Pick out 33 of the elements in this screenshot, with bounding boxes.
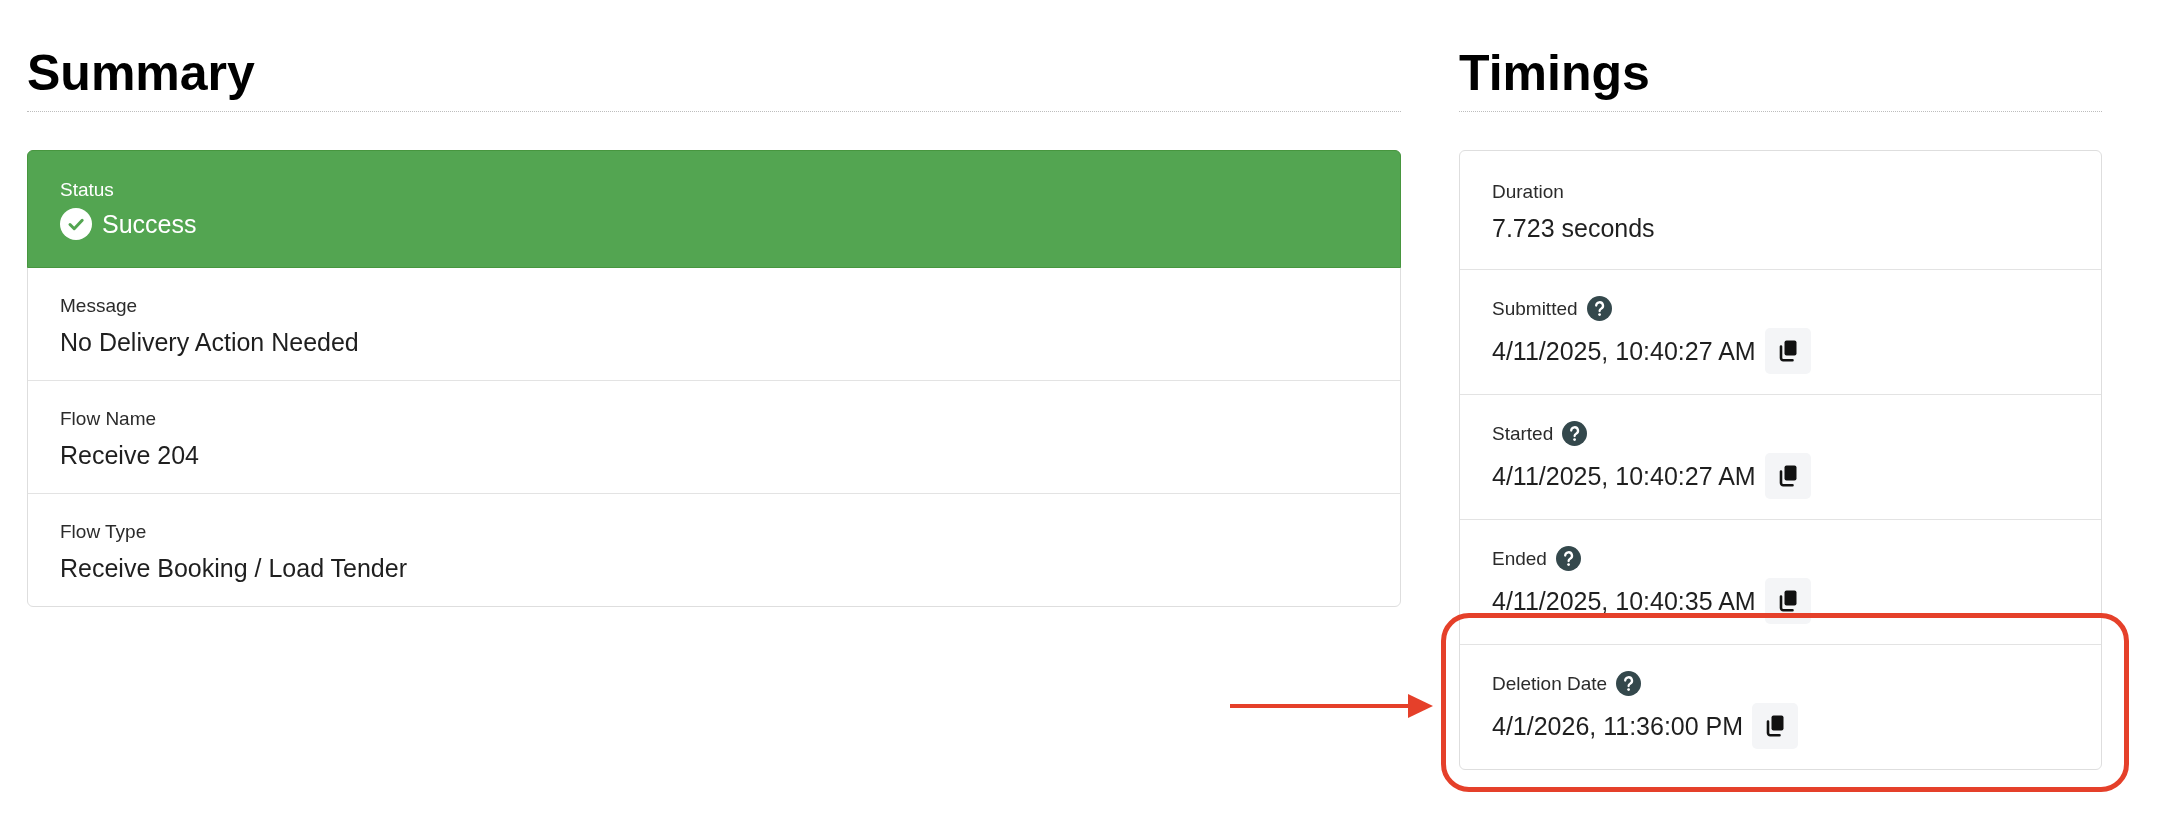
copy-icon bbox=[1777, 465, 1798, 487]
copy-icon bbox=[1777, 590, 1798, 612]
field-label: Started bbox=[1492, 421, 1554, 446]
help-icon[interactable] bbox=[1562, 421, 1588, 446]
field-value: Receive Booking / Load Tender bbox=[60, 553, 407, 584]
help-icon[interactable] bbox=[1616, 671, 1642, 696]
field-label: Deletion Date bbox=[1492, 671, 1608, 696]
status-value: Success bbox=[102, 209, 197, 240]
copy-icon bbox=[1765, 715, 1786, 737]
status-label: Status bbox=[60, 178, 114, 202]
field-label: Submitted bbox=[1492, 296, 1578, 321]
copy-button[interactable] bbox=[1752, 703, 1799, 749]
field-label: Ended bbox=[1492, 546, 1547, 571]
help-icon[interactable] bbox=[1586, 296, 1612, 321]
timestamp-value: 7.723 seconds bbox=[1492, 213, 1655, 244]
field-label: Message bbox=[60, 294, 138, 318]
field-value: Receive 204 bbox=[60, 440, 199, 471]
timestamp-value: 4/11/2025, 10:40:35 AM bbox=[1492, 586, 1756, 617]
section-title: Summary bbox=[27, 44, 255, 103]
field-label: Flow Name bbox=[60, 407, 157, 431]
check-icon bbox=[60, 208, 92, 240]
copy-button[interactable] bbox=[1764, 453, 1811, 499]
field-label: Flow Type bbox=[60, 520, 147, 544]
field-value: No Delivery Action Needed bbox=[60, 327, 359, 358]
timestamp-value: 4/1/2026, 11:36:00 PM bbox=[1492, 711, 1744, 742]
copy-icon bbox=[1777, 340, 1798, 362]
section-title: Timings bbox=[1459, 44, 1650, 103]
field-label: Duration bbox=[1492, 180, 1564, 204]
timestamp-value: 4/11/2025, 10:40:27 AM bbox=[1492, 336, 1756, 367]
copy-button[interactable] bbox=[1764, 328, 1811, 374]
copy-button[interactable] bbox=[1764, 578, 1811, 624]
timestamp-value: 4/11/2025, 10:40:27 AM bbox=[1492, 461, 1756, 492]
help-icon[interactable] bbox=[1555, 546, 1581, 571]
